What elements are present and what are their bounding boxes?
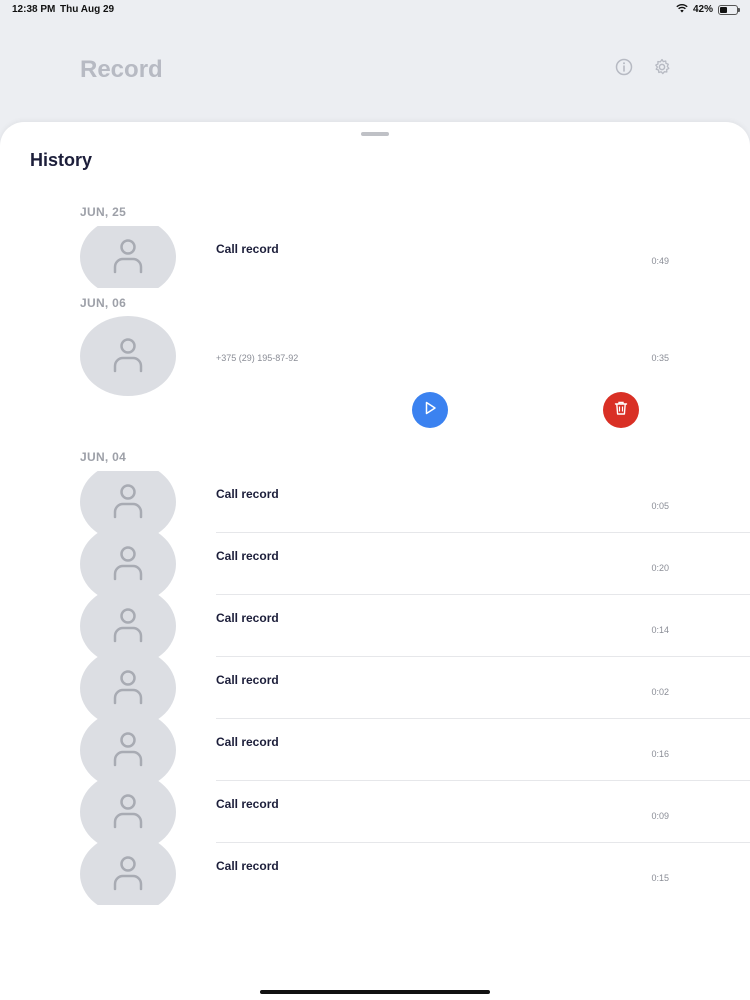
avatar — [80, 657, 176, 719]
row-duration: 0:15 — [651, 873, 669, 883]
status-time: 12:38 PM — [12, 4, 56, 15]
status-bar: 12:38 PM Thu Aug 29 42% — [0, 0, 750, 18]
avatar — [80, 316, 176, 396]
info-icon — [615, 58, 633, 81]
row-title: Call record — [216, 859, 279, 873]
row-title: Call record — [216, 611, 279, 625]
list-item[interactable]: Call record 0:15 — [0, 843, 750, 905]
avatar — [80, 843, 176, 905]
home-indicator — [260, 990, 490, 994]
row-title: Call record — [216, 735, 279, 749]
gear-icon — [653, 58, 671, 81]
row-duration: 0:35 — [651, 353, 669, 363]
group-date: JUN, 25 — [80, 205, 127, 219]
avatar-circle — [80, 533, 176, 595]
person-icon — [110, 604, 146, 649]
list-item[interactable]: Call record 0:49 — [0, 226, 750, 288]
delete-button[interactable] — [603, 392, 639, 428]
page-title: Record — [80, 56, 163, 83]
group-date: JUN, 06 — [80, 296, 127, 310]
row-duration: 0:09 — [651, 811, 669, 821]
list-item[interactable]: Call record 0:09 — [0, 781, 750, 843]
row-duration: 0:05 — [651, 501, 669, 511]
battery-percent: 42% — [692, 4, 713, 15]
person-icon — [110, 728, 146, 773]
list-item-expanded[interactable]: +375 (29) 195-87-92 0:35 — [0, 316, 750, 396]
avatar — [80, 719, 176, 781]
sheet-grabber[interactable] — [361, 132, 389, 136]
info-button[interactable] — [613, 58, 635, 80]
avatar — [80, 471, 176, 533]
row-title: Call record — [216, 797, 279, 811]
row-title: Call record — [216, 242, 279, 256]
list-item[interactable]: Call record 0:14 — [0, 595, 750, 657]
avatar-circle — [80, 843, 176, 905]
avatar — [80, 781, 176, 843]
status-date: Thu Aug 29 — [60, 4, 115, 15]
person-icon — [110, 542, 146, 587]
avatar-circle — [80, 781, 176, 843]
person-icon — [110, 666, 146, 711]
list-item[interactable]: Call record 0:05 — [0, 471, 750, 533]
avatar-circle — [80, 595, 176, 657]
group-date: JUN, 04 — [80, 450, 127, 464]
person-icon — [110, 852, 146, 897]
row-duration: 0:02 — [651, 687, 669, 697]
avatar-circle — [80, 471, 176, 533]
avatar — [80, 226, 176, 288]
battery-fill — [720, 6, 727, 13]
trash-icon — [613, 400, 629, 421]
wifi-icon — [676, 3, 688, 16]
row-duration: 0:16 — [651, 749, 669, 759]
person-icon — [110, 334, 146, 379]
person-icon — [110, 480, 146, 525]
avatar-circle — [80, 719, 176, 781]
list-item[interactable]: Call record 0:16 — [0, 719, 750, 781]
person-icon — [110, 790, 146, 835]
play-icon — [422, 400, 438, 421]
person-icon — [110, 235, 146, 280]
play-button[interactable] — [412, 392, 448, 428]
settings-button[interactable] — [651, 58, 673, 80]
list-item[interactable]: Call record 0:02 — [0, 657, 750, 719]
battery-icon — [718, 4, 740, 15]
row-title: Call record — [216, 487, 279, 501]
avatar-circle — [80, 226, 176, 288]
list-item[interactable]: Call record 0:20 — [0, 533, 750, 595]
row-duration: 0:20 — [651, 563, 669, 573]
history-title: History — [30, 150, 93, 170]
row-duration: 0:14 — [651, 625, 669, 635]
row-title: Call record — [216, 549, 279, 563]
row-title: Call record — [216, 673, 279, 687]
avatar-circle — [80, 657, 176, 719]
avatar — [80, 533, 176, 595]
row-duration: 0:49 — [651, 256, 669, 266]
history-sheet: History JUN, 25 Call record 0:49 JUN, 06… — [0, 122, 750, 1000]
avatar — [80, 595, 176, 657]
phone-number: +375 (29) 195-87-92 — [216, 353, 299, 363]
status-right: 42% — [676, 3, 740, 16]
